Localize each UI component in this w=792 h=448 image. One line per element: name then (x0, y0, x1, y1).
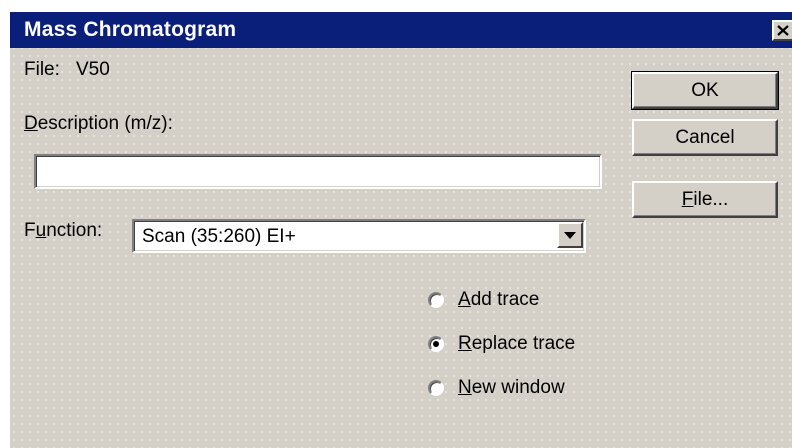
description-field-frame (34, 154, 602, 189)
radio-add-trace-label: Add trace (458, 289, 539, 311)
cancel-button-label: Cancel (675, 126, 735, 148)
file-button-mnemonic: F (681, 188, 694, 210)
function-select[interactable]: Scan (35:260) EI+ (132, 219, 586, 253)
file-button-label: ile... (693, 188, 729, 210)
radio-new-window-label: New window (458, 377, 565, 399)
function-selected-value: Scan (35:260) EI+ (142, 226, 296, 247)
replace-trace-mnemonic: R (458, 333, 472, 354)
description-input[interactable] (36, 156, 600, 187)
function-label-text: nction: (46, 220, 103, 241)
title-bar[interactable]: Mass Chromatogram (10, 12, 792, 48)
function-label: Function: (24, 220, 102, 242)
function-mnemonic: u (35, 220, 47, 241)
radio-replace-trace-label: Replace trace (458, 333, 575, 355)
close-icon (777, 25, 789, 36)
cancel-button[interactable]: Cancel (632, 119, 778, 156)
file-browse-button[interactable]: File... (632, 181, 778, 218)
description-label-text: escription (m/z): (37, 113, 173, 134)
radio-selected-dot (433, 341, 439, 347)
new-window-mnemonic: N (458, 377, 472, 398)
add-trace-text: dd trace (470, 289, 540, 310)
radio-replace-trace[interactable]: Replace trace (428, 333, 575, 355)
chevron-down-icon (564, 231, 576, 239)
radio-add-trace[interactable]: Add trace (428, 289, 539, 311)
radio-replace-trace-circle[interactable] (428, 336, 444, 352)
mass-chromatogram-dialog: Mass Chromatogram File: V50 Description … (8, 10, 792, 448)
new-window-text: ew window (471, 377, 565, 398)
add-trace-mnemonic: A (458, 289, 471, 310)
description-mnemonic: D (24, 113, 38, 134)
window-title: Mass Chromatogram (24, 18, 237, 41)
description-label: Description (m/z): (24, 113, 173, 135)
function-label-pre: F (24, 220, 36, 241)
replace-trace-text: eplace trace (471, 333, 576, 354)
close-button[interactable] (772, 20, 792, 41)
file-label: File: (24, 59, 60, 80)
ok-button[interactable]: OK (631, 71, 779, 110)
radio-add-trace-circle[interactable] (428, 292, 444, 308)
file-name-value: V50 (76, 59, 110, 80)
radio-new-window[interactable]: New window (428, 377, 565, 399)
radio-new-window-circle[interactable] (428, 380, 444, 396)
function-dropdown-button[interactable] (557, 222, 583, 248)
